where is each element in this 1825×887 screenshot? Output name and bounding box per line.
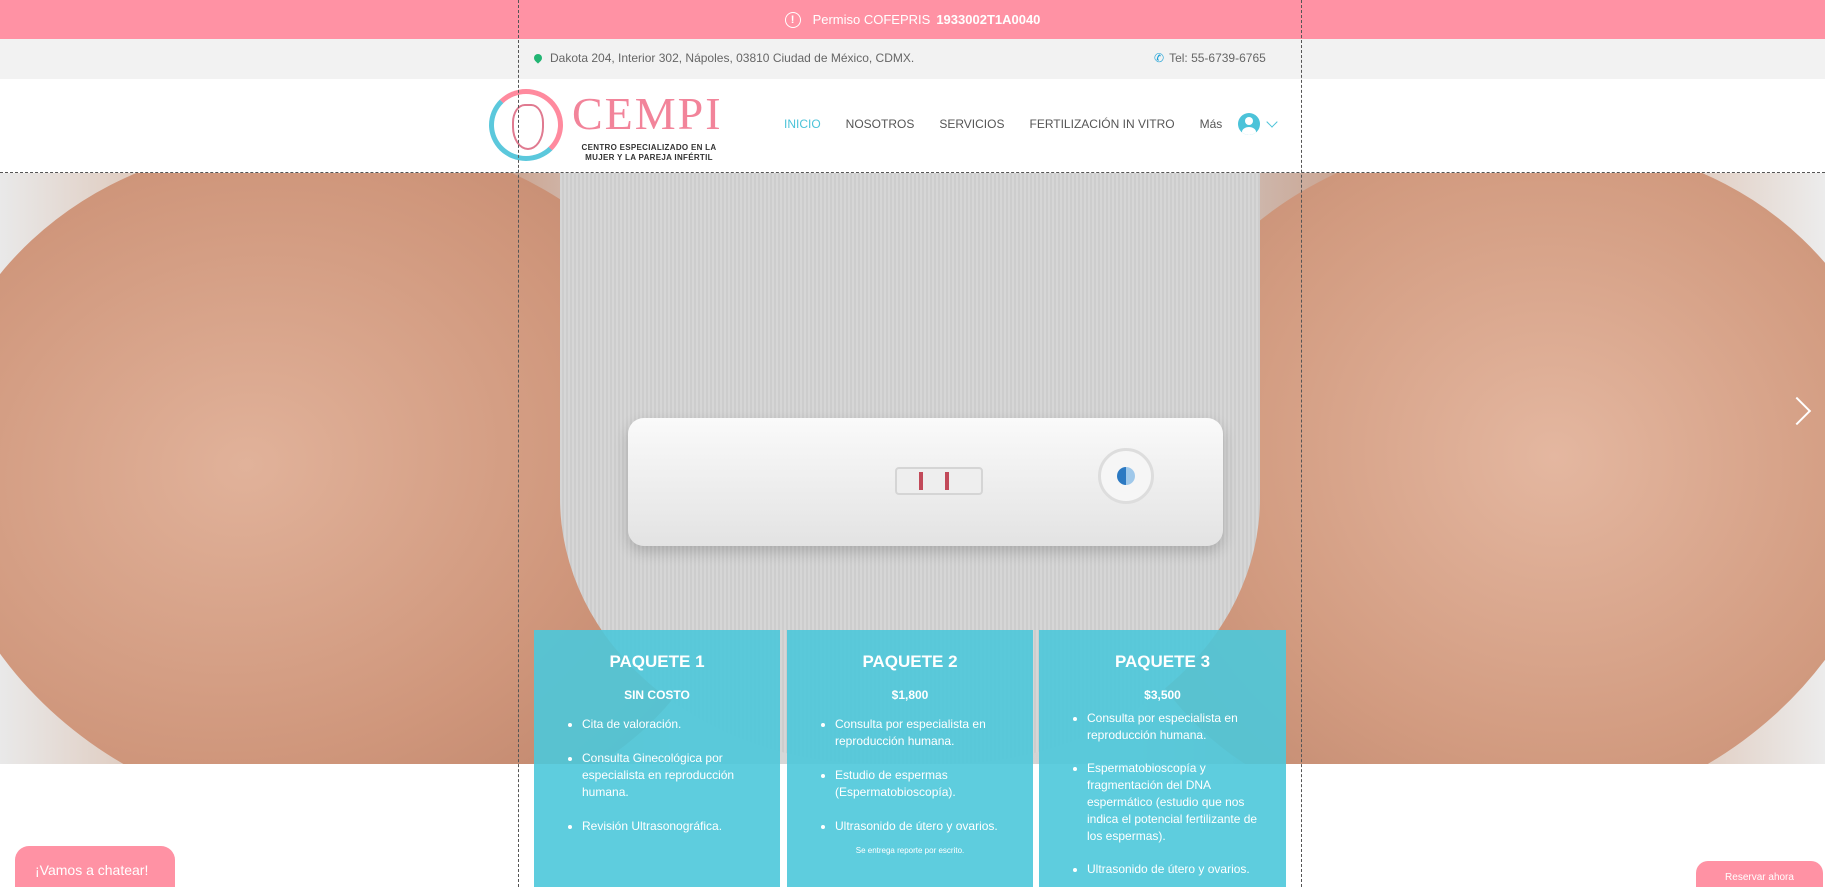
cempi-logo[interactable]: CEMPI CENTRO ESPECIALIZADO EN LA MUJER Y… [489,88,724,163]
nav-item-fertilizacion[interactable]: FERTILIZACIÓN IN VITRO [1029,117,1174,131]
contact-bar: Dakota 204, Interior 302, Nápoles, 03810… [0,39,1825,79]
warning-icon: ! [784,11,801,28]
package-title: PAQUETE 2 [862,652,958,671]
package-price: $3,500 [1144,688,1181,702]
package-item: Revisión Ultrasonográfica. [582,818,758,835]
nav-item-inicio[interactable]: INICIO [784,117,821,131]
phone-text[interactable]: Tel: 55-6739-6765 [1169,51,1266,65]
logo-wordmark: CEMPI [572,88,723,139]
chat-button[interactable]: ¡Vamos a chatear! [15,846,175,887]
location-pin-icon [532,52,544,64]
package-card-2: PAQUETE 2 $1,800 Consulta por especialis… [787,630,1033,887]
phone-icon: ✆ [1154,51,1165,65]
test-result-window [895,467,983,495]
logo-tagline-line-2: MUJER Y LA PAREJA INFÉRTIL [585,153,713,162]
package-price: $1,800 [891,688,929,702]
package-items: Cita de valoración. Consulta Ginecológic… [534,716,780,835]
package-item: Consulta Ginecológica por especialista e… [582,750,758,801]
package-title: PAQUETE 1 [609,652,705,671]
user-avatar-icon[interactable] [1238,113,1260,135]
package-item: Ultrasonido de útero y ovarios. [835,818,1011,835]
account-menu[interactable] [1238,113,1278,135]
package-item: Consulta por especialista en reproducció… [835,716,1011,750]
package-item: Consulta por especialista en reproducció… [1087,710,1264,744]
test-line [945,472,949,490]
logo-tagline: CENTRO ESPECIALIZADO EN LA MUJER Y LA PA… [574,143,724,163]
package-item: Estudio de espermas (Espermatobioscopía)… [835,767,1011,801]
test-sample-well [1098,448,1154,504]
pregnancy-test-image [628,418,1223,546]
package-item: Cita de valoración. [582,716,758,733]
package-card-3: PAQUETE 3 $3,500 Consulta por especialis… [1039,630,1286,887]
layout-guide-right [1301,0,1302,887]
site-header: CEMPI CENTRO ESPECIALIZADO EN LA MUJER Y… [0,79,1825,173]
nav-item-nosotros[interactable]: NOSOTROS [846,117,915,131]
main-nav: INICIO NOSOTROS SERVICIOS FERTILIZACIÓN … [784,117,1222,131]
package-title: PAQUETE 3 [1114,652,1211,671]
package-items: Consulta por especialista en reproducció… [1039,710,1286,878]
address-text: Dakota 204, Interior 302, Nápoles, 03810… [550,51,915,65]
package-item: Ultrasonido de útero y ovarios. [1087,861,1264,878]
package-card-1: PAQUETE 1 SIN COSTO Cita de valoración. … [534,630,780,887]
logo-tagline-line-1: CENTRO ESPECIALIZADO EN LA [581,143,717,152]
cofepris-banner: ! Permiso COFEPRIS 1933002T1A0040 [0,0,1825,39]
test-line [919,472,923,490]
reserve-button[interactable]: Reservar ahora [1696,861,1823,887]
nav-item-mas[interactable]: Más [1200,117,1223,131]
address: Dakota 204, Interior 302, Nápoles, 03810… [532,51,915,65]
chevron-down-icon[interactable] [1266,116,1278,128]
layout-guide-left [518,0,519,887]
permit-number: 1933002T1A0040 [936,12,1041,27]
permit-label: Permiso COFEPRIS [812,12,931,27]
package-item: Espermatobioscopía y fragmentación del D… [1087,760,1264,845]
package-note: Se entrega reporte por escrito. [855,846,965,855]
layout-guide-horizontal [0,172,1825,173]
logo-emblem-icon [489,89,563,161]
package-items: Consulta por especialista en reproducció… [787,716,1033,835]
package-price: SIN COSTO [624,688,690,702]
phone[interactable]: ✆ Tel: 55-6739-6765 [1154,51,1266,65]
nav-item-servicios[interactable]: SERVICIOS [939,117,1004,131]
